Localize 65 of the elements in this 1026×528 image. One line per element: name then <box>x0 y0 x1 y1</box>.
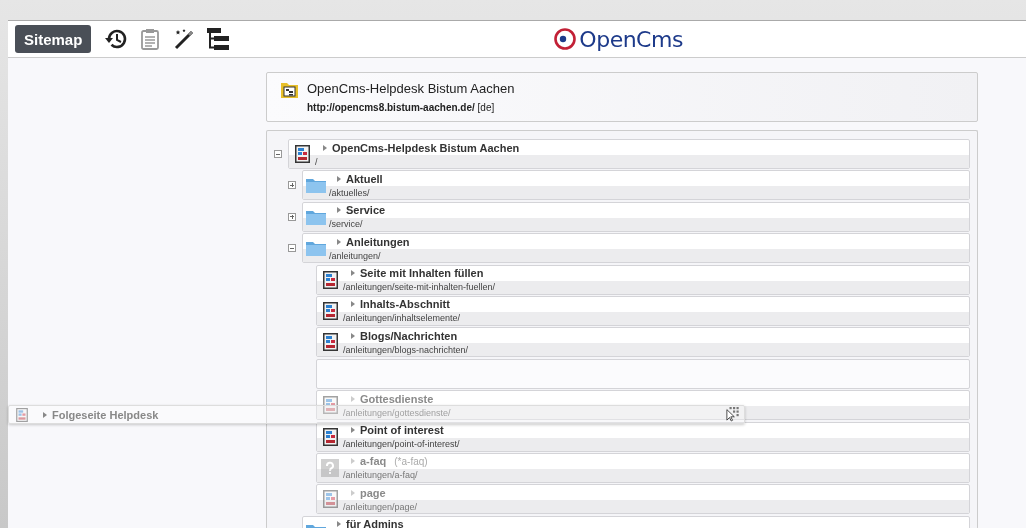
caret-icon <box>337 175 341 182</box>
tree-item[interactable]: Blogs/Nachrichten /anleitungen/blogs-nachrichten/ <box>316 327 970 358</box>
expand-toggle[interactable] <box>288 181 296 190</box>
item-path: /anleitungen/ <box>329 250 381 261</box>
item-title: für Admins <box>346 518 404 528</box>
collapse-toggle[interactable] <box>288 244 296 253</box>
item-title: Service <box>346 204 386 217</box>
clipboard-icon <box>141 28 160 50</box>
caret-icon <box>351 458 355 465</box>
item-title: Gottesdienste <box>360 392 434 405</box>
caret-icon <box>351 395 355 402</box>
caret-icon <box>337 238 341 245</box>
expand-toggle[interactable] <box>288 212 296 221</box>
logo-text: OpenCms <box>579 26 683 52</box>
tree-item[interactable]: Anleitungen /anleitungen/ <box>302 233 970 264</box>
item-path: /anleitungen/a-faq/ <box>343 470 418 481</box>
item-title: Folgeseite Helpdesk <box>52 408 159 421</box>
tree-item[interactable]: für Admins <box>302 515 970 528</box>
item-path: /service/ <box>329 219 363 230</box>
tree-item[interactable]: Aktuell /aktuelles/ <box>302 170 970 201</box>
item-path: /anleitungen/seite-mit-inhalten-fuellen/ <box>343 282 496 293</box>
caret-icon <box>351 270 355 277</box>
drag-handle-icon[interactable] <box>726 406 740 422</box>
item-path: /anleitungen/page/ <box>343 501 418 512</box>
item-path: /anleitungen/point-of-interest/ <box>343 439 460 449</box>
collapse-toggle[interactable] <box>274 150 282 158</box>
caret-icon <box>351 301 355 308</box>
tree-item[interactable]: Service /service/ <box>302 201 970 232</box>
tree-item[interactable]: Point of interest /anleitungen/point-of-interest/ <box>316 421 970 452</box>
item-title: Aktuell <box>346 172 383 185</box>
caret-icon <box>351 489 355 496</box>
page-icon <box>16 407 28 422</box>
caret-icon <box>351 332 355 339</box>
item-title: Point of interest <box>360 424 444 436</box>
tree-icon <box>206 27 231 51</box>
item-path: /anleitungen/gottesdienste/ <box>343 407 451 418</box>
caret-icon <box>337 521 341 528</box>
caret-icon <box>323 144 327 151</box>
item-path: /anleitungen/blogs-nachrichten/ <box>343 344 469 355</box>
item-path: / <box>315 156 318 167</box>
site-title: OpenCms-Helpdesk Bistum Aachen <box>307 81 515 96</box>
site-url: http://opencms8.bistum-aachen.de/ [de] <box>307 102 496 113</box>
tree-item[interactable]: Inhalts-Abschnitt /anleitungen/inhaltselemente/ <box>316 295 970 326</box>
caret-icon <box>43 411 47 418</box>
item-title: Seite mit Inhalten füllen <box>360 267 484 280</box>
tree-item[interactable]: Gottesdienste /anleitungen/gottesdienste/ <box>316 390 970 421</box>
item-title: Blogs/Nachrichten <box>360 329 458 342</box>
item-title: page <box>360 486 386 499</box>
tree-item[interactable]: Seite mit Inhalten füllen /anleitungen/seite-mit-inhalten-fuellen/ <box>316 264 970 295</box>
item-path: /aktuelles/ <box>329 187 370 198</box>
item-title: Anleitungen <box>346 235 410 248</box>
caret-icon <box>351 427 355 433</box>
item-path: /anleitungen/inhaltselemente/ <box>343 313 461 324</box>
item-alias: (*a-faq) <box>394 455 428 467</box>
item-title: a-faq <box>360 455 387 468</box>
history-icon <box>104 28 129 50</box>
tree-item[interactable]: OpenCms-Helpdesk Bistum Aachen / <box>288 139 970 169</box>
item-title: OpenCms-Helpdesk Bistum Aachen <box>332 141 520 154</box>
sitemap-button[interactable]: Sitemap <box>15 25 92 53</box>
item-title: Inhalts-Abschnitt <box>360 298 450 311</box>
tree-item[interactable]: page /anleitungen/page/ <box>316 484 970 515</box>
caret-icon <box>337 207 341 214</box>
tree-item[interactable]: a-faq (*a-faq) /anleitungen/a-faq/ <box>316 452 970 483</box>
logo-icon <box>553 27 578 51</box>
sitemap-folder-icon <box>281 82 298 98</box>
